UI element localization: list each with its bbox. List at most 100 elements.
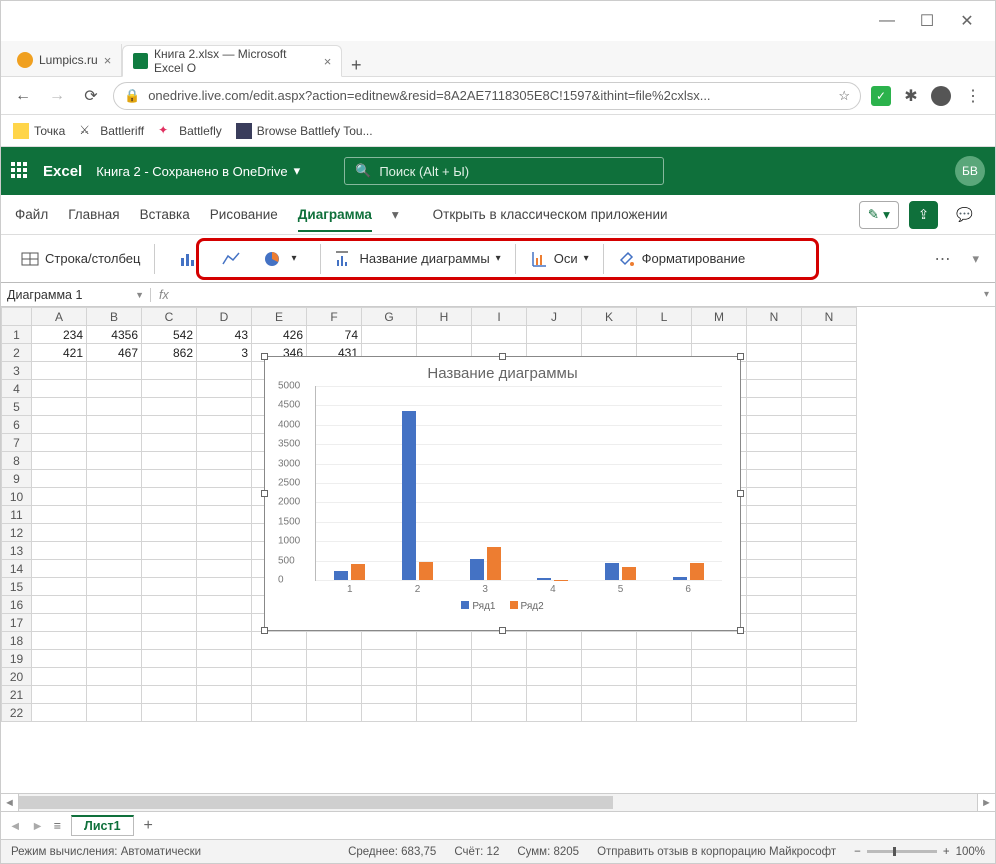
search-placeholder: Поиск (Alt + Ы) — [379, 164, 469, 179]
bookmark-item[interactable]: Browse Battlefy Tou... — [236, 123, 373, 139]
switch-row-column-button[interactable]: Строка/столбец — [15, 243, 146, 275]
chart-plot-area[interactable]: 0500100015002000250030003500400045005000… — [315, 386, 722, 581]
comment-icon: 💬 — [956, 207, 973, 223]
scroll-right-button[interactable]: ► — [977, 794, 995, 811]
url-text: onedrive.live.com/edit.aspx?action=editn… — [148, 88, 710, 103]
scroll-left-button[interactable]: ◄ — [1, 794, 19, 811]
browser-tab-0[interactable]: Lumpics.ru × — [7, 44, 122, 76]
chevron-down-icon: ▼ — [135, 290, 144, 300]
maximize-button[interactable]: ☐ — [907, 6, 947, 36]
chevron-down-icon[interactable]: ▾ — [978, 289, 995, 300]
add-sheet-button[interactable]: + — [144, 817, 153, 835]
menu-button[interactable]: ⋮ — [961, 86, 985, 106]
status-sum: Сумм: 8205 — [517, 846, 579, 858]
forward-button[interactable]: → — [45, 87, 69, 105]
tab-close-icon[interactable]: × — [324, 54, 332, 69]
ribbon-tabs: Файл Главная Вставка Рисование Диаграмма… — [1, 195, 995, 235]
spreadsheet-grid[interactable]: ABCDEFGHIJKLMNN1234435654243426742421467… — [1, 307, 995, 793]
share-icon: ⇪ — [918, 207, 929, 223]
bookmark-item[interactable]: Точка — [13, 123, 65, 139]
star-icon[interactable]: ☆ — [838, 88, 850, 104]
document-title[interactable]: Книга 2 - Сохранено в OneDrive▾ — [96, 163, 300, 179]
ribbon-tab-file[interactable]: Файл — [15, 207, 48, 222]
url-input[interactable]: 🔒 onedrive.live.com/edit.aspx?action=edi… — [113, 82, 861, 110]
feedback-link[interactable]: Отправить отзыв в корпорацию Майкрософт — [597, 846, 836, 858]
chevron-down-icon: ▾ — [883, 207, 890, 223]
open-in-desktop-button[interactable]: Открыть в классическом приложении — [433, 207, 668, 222]
bar-chart-button[interactable] — [173, 243, 205, 275]
extension-icon[interactable]: ✱ — [901, 86, 921, 106]
zoom-level: 100% — [956, 846, 985, 858]
browser-tabstrip: Lumpics.ru × Книга 2.xlsx — Microsoft Ex… — [1, 41, 995, 77]
line-chart-button[interactable] — [215, 243, 247, 275]
ribbon: Строка/столбец ▾ Название диаграммы ▾ Ос… — [1, 235, 995, 283]
editing-mode-button[interactable]: ✎▾ — [859, 201, 899, 229]
zoom-out-button[interactable]: − — [854, 846, 861, 858]
favicon-icon — [133, 53, 148, 69]
comments-button[interactable]: 💬 — [948, 201, 981, 229]
user-avatar[interactable]: БВ — [955, 156, 985, 186]
new-tab-button[interactable]: + — [342, 55, 370, 76]
tab-title: Книга 2.xlsx — Microsoft Excel O — [154, 47, 318, 75]
chart-title-icon — [335, 250, 353, 268]
pencil-icon: ✎ — [868, 207, 879, 223]
bookmark-item[interactable]: ⚔Battleriff — [79, 123, 144, 139]
ribbon-tab-chart[interactable]: Диаграмма — [298, 197, 372, 232]
search-icon: 🔍 — [355, 163, 371, 179]
profile-avatar[interactable] — [931, 86, 951, 106]
all-sheets-button[interactable]: ≡ — [54, 819, 61, 833]
chevron-down-icon: ▾ — [294, 163, 301, 179]
chevron-down-icon: ▾ — [496, 253, 501, 264]
tab-close-icon[interactable]: × — [104, 53, 112, 68]
app-launcher-icon[interactable] — [11, 162, 29, 180]
fx-label: fx — [151, 288, 177, 302]
chart-object[interactable]: Название диаграммы 050010001500200025003… — [264, 356, 741, 631]
lock-icon: 🔒 — [124, 88, 140, 104]
bookmarks-bar: Точка ⚔Battleriff ✦Battlefly Browse Batt… — [1, 115, 995, 147]
calc-mode-label: Режим вычисления: Автоматически — [11, 846, 201, 858]
line-chart-icon — [221, 250, 241, 268]
horizontal-scrollbar[interactable]: ◄ ► — [1, 793, 995, 811]
status-count: Счёт: 12 — [454, 846, 499, 858]
search-box[interactable]: 🔍 Поиск (Alt + Ы) — [344, 157, 664, 185]
window-titlebar: — ☐ ✕ — [1, 1, 995, 41]
ribbon-tab-draw[interactable]: Рисование — [210, 207, 278, 222]
chart-title-button[interactable]: Название диаграммы ▾ — [329, 243, 506, 275]
zoom-control[interactable]: − + 100% — [854, 846, 985, 858]
reload-button[interactable]: ⟳ — [79, 86, 103, 106]
chevron-down-icon[interactable]: ▾ — [392, 207, 399, 223]
close-button[interactable]: ✕ — [947, 6, 987, 36]
pie-chart-button[interactable]: ▾ — [257, 243, 302, 275]
chevron-down-icon: ▾ — [584, 253, 589, 264]
formatting-button[interactable]: Форматирование — [612, 243, 752, 275]
paint-icon — [618, 250, 636, 268]
chart-title-text[interactable]: Название диаграммы — [265, 357, 740, 386]
sheet-next-button[interactable]: ► — [31, 819, 43, 833]
chart-legend[interactable]: Ряд1 Ряд2 — [265, 601, 740, 612]
bar-chart-icon — [179, 250, 199, 268]
excel-header: Excel Книга 2 - Сохранено в OneDrive▾ 🔍 … — [1, 147, 995, 195]
chart-type-group: ▾ — [163, 241, 312, 277]
chevron-down-icon[interactable]: ▾ — [966, 251, 985, 267]
ribbon-overflow-button[interactable]: ⋯ — [934, 249, 958, 269]
tab-title: Lumpics.ru — [39, 53, 98, 67]
ribbon-tab-insert[interactable]: Вставка — [140, 207, 190, 222]
bookmark-item[interactable]: ✦Battlefly — [158, 123, 222, 139]
zoom-in-button[interactable]: + — [943, 846, 950, 858]
name-box[interactable]: Диаграмма 1▼ — [1, 288, 151, 302]
bookmark-icon: ✦ — [158, 123, 174, 139]
address-bar: ← → ⟳ 🔒 onedrive.live.com/edit.aspx?acti… — [1, 77, 995, 115]
browser-tab-1[interactable]: Книга 2.xlsx — Microsoft Excel O × — [122, 45, 342, 77]
favicon-icon — [17, 52, 33, 68]
sheet-prev-button[interactable]: ◄ — [9, 819, 21, 833]
axes-icon — [530, 250, 548, 268]
ribbon-tab-home[interactable]: Главная — [68, 207, 119, 222]
minimize-button[interactable]: — — [867, 6, 907, 36]
axes-button[interactable]: Оси ▾ — [524, 243, 595, 275]
sheet-tab[interactable]: Лист1 — [71, 815, 133, 836]
back-button[interactable]: ← — [11, 87, 35, 105]
extension-icon[interactable]: ✓ — [871, 86, 891, 106]
bookmark-icon: ⚔ — [79, 123, 95, 139]
formula-bar: Диаграмма 1▼ fx ▾ — [1, 283, 995, 307]
share-button[interactable]: ⇪ — [909, 201, 938, 229]
